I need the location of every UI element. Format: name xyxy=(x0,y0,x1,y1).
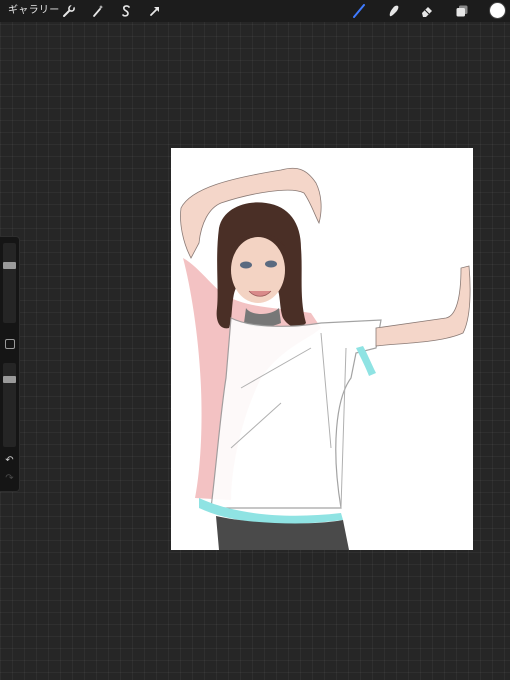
gallery-button[interactable]: ギャラリー xyxy=(8,3,60,19)
selection-icon[interactable] xyxy=(117,2,135,20)
color-picker-button[interactable] xyxy=(490,3,505,18)
brush-sidebar: ↶ ↷ xyxy=(0,236,20,492)
eraser-icon[interactable] xyxy=(418,2,436,20)
brush-size-slider[interactable] xyxy=(3,243,16,323)
shirt xyxy=(210,317,382,509)
layers-icon[interactable] xyxy=(453,2,471,20)
brush-icon[interactable] xyxy=(350,2,368,20)
undo-icon[interactable]: ↶ xyxy=(3,455,16,467)
smudge-icon[interactable] xyxy=(384,2,402,20)
drawing-canvas[interactable] xyxy=(171,148,473,550)
transform-arrow-icon[interactable] xyxy=(146,2,164,20)
wrench-icon[interactable] xyxy=(60,2,78,20)
redo-icon[interactable]: ↷ xyxy=(3,473,16,485)
modify-button[interactable] xyxy=(5,339,15,349)
top-toolbar: ギャラリー xyxy=(0,0,510,22)
extended-arm xyxy=(375,265,471,347)
magic-wand-icon[interactable] xyxy=(89,2,107,20)
sketch-figure xyxy=(180,167,471,550)
opacity-handle[interactable] xyxy=(3,375,16,383)
brush-size-handle[interactable] xyxy=(3,262,16,270)
